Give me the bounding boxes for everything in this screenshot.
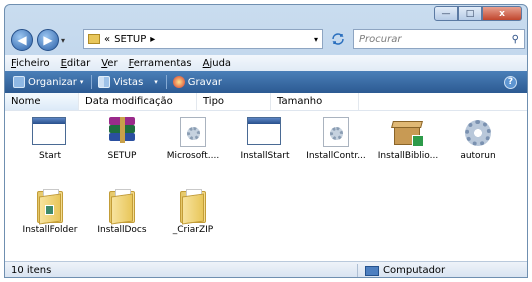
navigation-bar: ◀ ▶ ▾ « SETUP ▸ ▾ Procurar ⚲ bbox=[5, 27, 527, 53]
menu-editar[interactable]: Editar bbox=[61, 58, 91, 69]
column-header-type[interactable]: Tipo bbox=[197, 93, 271, 110]
burn-button[interactable]: Gravar bbox=[172, 76, 222, 88]
breadcrumb-prefix[interactable]: « bbox=[104, 34, 110, 45]
file-item-installcontr[interactable]: InstallContr... bbox=[299, 115, 373, 175]
search-placeholder: Procurar bbox=[359, 33, 402, 45]
menu-ferramentas[interactable]: Ferramentas bbox=[129, 58, 192, 69]
icon-grid: Start SETUP Microsoft.... InstallStart I… bbox=[5, 115, 527, 255]
folder-item-installdocs[interactable]: InstallDocs bbox=[85, 189, 159, 249]
folder-label: InstallDocs bbox=[97, 225, 147, 235]
breadcrumb-chevron-icon[interactable]: ▸ bbox=[150, 34, 155, 45]
folder-label: InstallFolder bbox=[22, 225, 78, 235]
toolbar-divider bbox=[91, 75, 93, 89]
status-divider bbox=[357, 264, 358, 277]
file-item-microsoft[interactable]: Microsoft.... bbox=[156, 115, 230, 175]
computer-icon bbox=[365, 265, 379, 276]
application-window-icon bbox=[247, 117, 283, 151]
file-item-installstart[interactable]: InstallStart bbox=[228, 115, 302, 175]
file-item-setup[interactable]: SETUP bbox=[85, 115, 159, 175]
folder-icon bbox=[104, 189, 140, 225]
file-item-installbiblio[interactable]: InstallBiblio... bbox=[371, 115, 445, 175]
winrar-archive-icon bbox=[104, 117, 140, 151]
file-label: InstallBiblio... bbox=[377, 151, 439, 161]
burn-label: Gravar bbox=[187, 76, 222, 88]
views-button[interactable]: Vistas bbox=[98, 76, 143, 88]
column-header-size[interactable]: Tamanho bbox=[271, 93, 359, 110]
close-button[interactable]: x bbox=[482, 6, 522, 21]
views-label: Vistas bbox=[113, 76, 144, 88]
forward-button[interactable]: ▶ bbox=[37, 29, 59, 51]
command-toolbar: Organizar ▾ Vistas ▾ Gravar ? bbox=[5, 71, 527, 93]
file-label: SETUP bbox=[107, 151, 137, 161]
folder-icon bbox=[88, 34, 100, 44]
menu-bar: Ficheiro Editar Ver Ferramentas Ajuda bbox=[5, 55, 527, 71]
help-icon[interactable]: ? bbox=[504, 75, 517, 89]
settings-file-icon bbox=[175, 117, 211, 151]
file-label: Start bbox=[39, 151, 61, 161]
item-count: 10 itens bbox=[11, 265, 52, 276]
file-label: Microsoft.... bbox=[166, 151, 220, 161]
organize-label: Organizar bbox=[28, 76, 77, 88]
views-dropdown[interactable]: ▾ bbox=[151, 78, 158, 86]
maximize-button[interactable]: □ bbox=[458, 6, 482, 21]
file-item-autorun[interactable]: autorun bbox=[441, 115, 515, 175]
status-location: Computador bbox=[365, 265, 445, 276]
menu-ajuda[interactable]: Ajuda bbox=[203, 58, 231, 69]
refresh-icon bbox=[332, 33, 344, 45]
file-label: InstallContr... bbox=[306, 151, 366, 161]
breadcrumb-setup[interactable]: SETUP bbox=[114, 34, 146, 45]
organize-button[interactable]: Organizar ▾ bbox=[13, 76, 83, 88]
views-icon bbox=[98, 76, 111, 88]
back-button[interactable]: ◀ bbox=[11, 29, 33, 51]
folder-item-criarzip[interactable]: _CriarZIP bbox=[156, 189, 230, 249]
minimize-button[interactable]: — bbox=[434, 6, 458, 21]
organize-icon bbox=[13, 76, 25, 88]
explorer-window: — □ x ◀ ▶ ▾ « SETUP ▸ ▾ Procurar ⚲ Fiche… bbox=[4, 4, 528, 278]
column-header-date[interactable]: Data modificação bbox=[79, 93, 197, 110]
menu-ficheiro[interactable]: Ficheiro bbox=[11, 58, 50, 69]
folder-item-installfolder[interactable]: InstallFolder bbox=[13, 189, 87, 249]
caption-buttons: — □ x bbox=[434, 6, 522, 21]
folder-label: _CriarZIP bbox=[172, 225, 214, 235]
chevron-down-icon: ▾ bbox=[154, 78, 158, 86]
address-bar[interactable]: « SETUP ▸ ▾ bbox=[83, 29, 323, 49]
status-bar: 10 itens Computador bbox=[5, 261, 527, 277]
gear-settings-icon bbox=[460, 120, 496, 154]
folder-icon bbox=[175, 189, 211, 225]
column-header-name[interactable]: Nome bbox=[5, 93, 79, 110]
file-label: InstallStart bbox=[240, 151, 290, 161]
menu-ver[interactable]: Ver bbox=[101, 58, 117, 69]
file-label: autorun bbox=[460, 151, 496, 161]
settings-file-icon bbox=[318, 117, 354, 151]
search-input[interactable]: Procurar ⚲ bbox=[353, 29, 525, 49]
refresh-button[interactable] bbox=[327, 30, 349, 48]
file-list-pane: Nome Data modificação Tipo Tamanho Start bbox=[5, 93, 527, 261]
application-window-icon bbox=[32, 117, 68, 151]
folder-icon bbox=[32, 189, 68, 225]
search-icon[interactable]: ⚲ bbox=[512, 34, 519, 45]
address-dropdown-icon[interactable]: ▾ bbox=[314, 35, 318, 44]
installer-box-icon bbox=[390, 117, 426, 151]
burn-disc-icon bbox=[172, 76, 185, 88]
chevron-down-icon: ▾ bbox=[79, 78, 84, 86]
toolbar-divider bbox=[165, 75, 167, 89]
location-label: Computador bbox=[383, 265, 446, 276]
file-item-start[interactable]: Start bbox=[13, 115, 87, 175]
recent-pages-dropdown[interactable]: ▾ bbox=[61, 36, 65, 45]
column-headers: Nome Data modificação Tipo Tamanho bbox=[5, 93, 527, 111]
